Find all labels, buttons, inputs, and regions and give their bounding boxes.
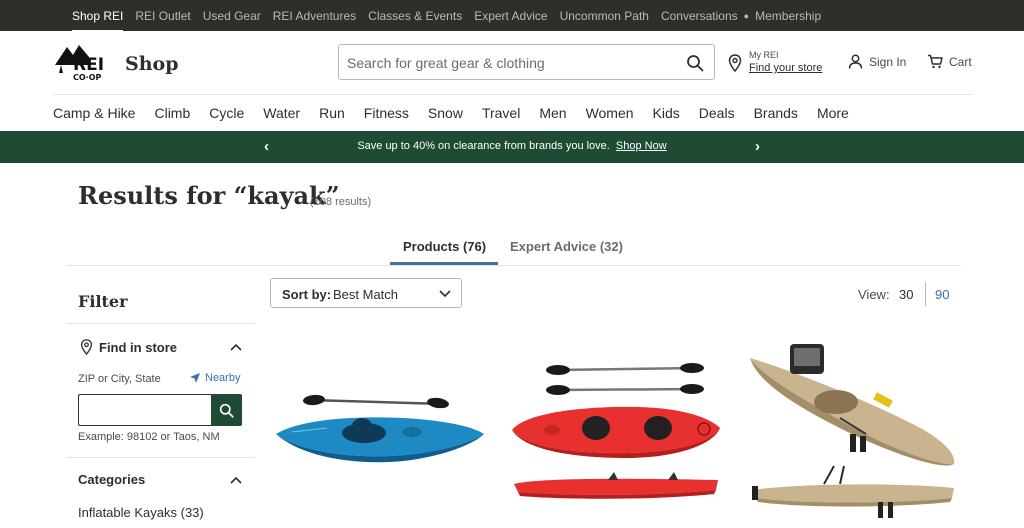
- nav-item-cycle[interactable]: Cycle: [209, 105, 244, 121]
- sign-in-label: Sign In: [869, 54, 907, 69]
- nav-item-climb[interactable]: Climb: [154, 105, 190, 121]
- separator-dot: ●: [743, 10, 750, 21]
- nav-item-travel[interactable]: Travel: [482, 105, 520, 121]
- find-in-store-label: Find in store: [99, 339, 177, 355]
- utility-link-shop-rei[interactable]: Shop REI: [72, 9, 124, 32]
- promo-message: Save up to 40% on clearance from brands …: [357, 140, 610, 152]
- nearby-button[interactable]: Nearby: [189, 372, 240, 384]
- utility-link-uncommon-path[interactable]: Uncommon Path: [560, 9, 649, 23]
- zip-label: ZIP or City, State: [78, 373, 161, 385]
- product-image-tan-pedal-kayak[interactable]: [744, 338, 959, 524]
- utility-link-expert-advice[interactable]: Expert Advice: [474, 9, 547, 23]
- filter-divider: [66, 457, 255, 458]
- utility-link-used-gear[interactable]: Used Gear: [203, 9, 261, 23]
- filter-title: Filter: [78, 292, 128, 311]
- results-tabs: Products (76) Expert Advice (32): [66, 232, 961, 266]
- view-separator: [925, 282, 926, 306]
- tab-expert-advice[interactable]: Expert Advice (32): [510, 239, 623, 254]
- find-in-store-toggle[interactable]: Find in store: [80, 339, 177, 355]
- cart-label: Cart: [949, 54, 972, 69]
- nav-item-brands[interactable]: Brands: [754, 105, 798, 121]
- utility-links: Shop REI REI Outlet Used Gear REI Advent…: [72, 0, 833, 32]
- promo-banner: ‹ Save up to 40% on clearance from brand…: [0, 131, 1024, 163]
- nav-item-snow[interactable]: Snow: [428, 105, 463, 121]
- chevron-up-icon[interactable]: [230, 476, 242, 484]
- location-pin-icon: [728, 54, 742, 72]
- utility-bar: Shop REI REI Outlet Used Gear REI Advent…: [0, 0, 1024, 32]
- nav-item-men[interactable]: Men: [539, 105, 566, 121]
- zip-example: Example: 98102 or Taos, NM: [78, 431, 220, 443]
- zip-search-button[interactable]: [211, 394, 242, 426]
- categories-title[interactable]: Categories: [78, 472, 145, 487]
- sign-in-button[interactable]: Sign In: [848, 54, 906, 69]
- tab-products[interactable]: Products (76): [403, 239, 486, 254]
- utility-link-membership[interactable]: Membership: [755, 9, 821, 23]
- nav-item-camp-hike[interactable]: Camp & Hike: [53, 105, 135, 121]
- cart-icon: [928, 54, 943, 69]
- promo-shop-now-link[interactable]: Shop Now: [616, 140, 667, 152]
- chevron-down-icon: [439, 290, 451, 298]
- nav-item-women[interactable]: Women: [586, 105, 634, 121]
- sort-dropdown[interactable]: Sort by: Best Match: [270, 278, 462, 308]
- nav-item-fitness[interactable]: Fitness: [364, 105, 409, 121]
- rei-logo[interactable]: REI CO·OP: [53, 43, 115, 81]
- results-count: (108 results): [310, 196, 372, 208]
- shop-label[interactable]: Shop: [125, 53, 179, 75]
- nav-divider: [53, 94, 973, 95]
- promo-message-row: Save up to 40% on clearance from brands …: [0, 140, 1024, 152]
- nav-item-kids[interactable]: Kids: [653, 105, 680, 121]
- sort-value: Best Match: [333, 287, 399, 302]
- chevron-up-icon[interactable]: [230, 343, 242, 351]
- nav-item-more[interactable]: More: [817, 105, 849, 121]
- nav-item-water[interactable]: Water: [263, 105, 300, 121]
- nearby-label: Nearby: [205, 372, 241, 384]
- utility-link-rei-adventures[interactable]: REI Adventures: [273, 9, 356, 23]
- location-pin-icon: [80, 339, 93, 355]
- search-icon: [219, 403, 234, 418]
- product-image-blue-kayak[interactable]: [272, 388, 488, 470]
- results-title: Results for “kayak”: [78, 181, 340, 210]
- my-rei-label: My REI: [749, 50, 779, 60]
- filter-divider: [66, 323, 255, 324]
- view-label: View:: [858, 287, 890, 302]
- utility-link-rei-outlet[interactable]: REI Outlet: [135, 9, 190, 23]
- nav-item-run[interactable]: Run: [319, 105, 345, 121]
- zip-input[interactable]: [78, 394, 211, 426]
- view-option-90[interactable]: 90: [935, 287, 949, 302]
- sort-label: Sort by:: [282, 287, 332, 302]
- user-icon: [848, 54, 863, 69]
- product-image-red-tandem-kayak[interactable]: [508, 356, 723, 504]
- search-box: [338, 44, 715, 80]
- promo-next-arrow[interactable]: ›: [755, 138, 760, 155]
- site-header: REI CO·OP Shop My REI Find your store Si…: [0, 31, 1024, 94]
- category-item-inflatable-kayaks[interactable]: Inflatable Kayaks (33): [78, 505, 204, 520]
- cart-button[interactable]: Cart: [927, 54, 972, 69]
- main-nav: Camp & Hike Climb Cycle Water Run Fitnes…: [0, 94, 1024, 131]
- nav-items: Camp & Hike Climb Cycle Water Run Fitnes…: [53, 105, 868, 121]
- utility-link-classes-events[interactable]: Classes & Events: [368, 9, 462, 23]
- location-arrow-icon: [190, 373, 200, 383]
- view-option-30[interactable]: 30: [899, 287, 913, 302]
- svg-text:CO·OP: CO·OP: [73, 73, 102, 81]
- svg-text:REI: REI: [73, 55, 104, 75]
- utility-link-conversations[interactable]: Conversations: [661, 9, 738, 23]
- nav-item-deals[interactable]: Deals: [699, 105, 735, 121]
- search-input[interactable]: [347, 53, 667, 73]
- active-tab-indicator: [390, 262, 498, 265]
- find-your-store-link[interactable]: Find your store: [749, 62, 822, 74]
- search-icon[interactable]: [686, 54, 704, 72]
